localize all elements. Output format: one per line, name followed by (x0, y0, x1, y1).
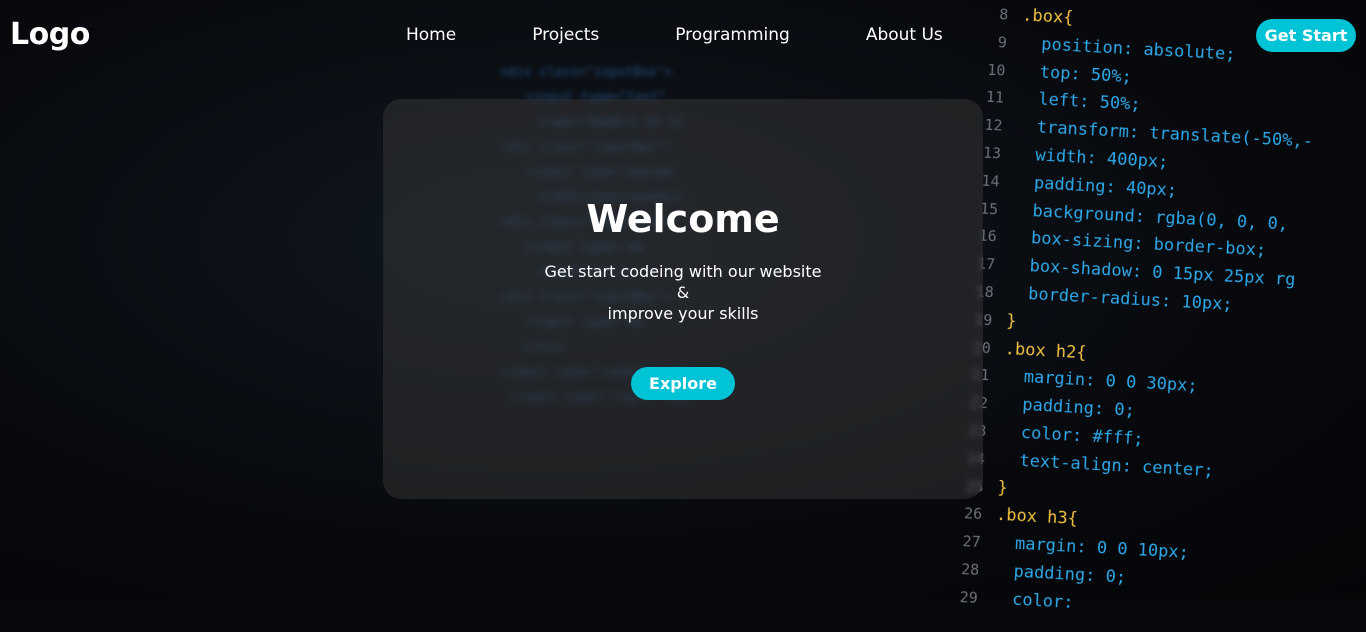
code-text: .box h2{ (1004, 339, 1087, 363)
logo[interactable]: Logo (10, 17, 90, 52)
code-text: padding: 0; (993, 561, 1127, 588)
hero-line-2: & (677, 283, 689, 302)
code-text: color: (991, 588, 1084, 613)
line-number: 26 (947, 500, 982, 530)
nav-projects[interactable]: Projects (532, 25, 599, 45)
code-text: .box h3{ (996, 505, 1079, 529)
line-number: 28 (944, 555, 979, 585)
nav-programming[interactable]: Programming (675, 25, 790, 45)
code-text: left: 50%; (1017, 89, 1141, 115)
code-text: } (997, 477, 1008, 498)
nav-home[interactable]: Home (406, 25, 456, 45)
code-text: } (1006, 311, 1017, 332)
hero-text: Get start codeing with our website & imp… (383, 261, 983, 324)
hero-line-3: improve your skills (608, 304, 759, 323)
nav-about-us[interactable]: About Us (866, 25, 943, 45)
line-number: 27 (946, 527, 981, 557)
get-start-button[interactable]: Get Start (1256, 19, 1356, 52)
nav-links: Home Projects Programming About Us (406, 25, 1019, 45)
code-text: color: #fff; (1000, 422, 1144, 449)
welcome-card: Welcome Get start codeing with our websi… (383, 99, 983, 499)
code-text: width: 400px; (1014, 144, 1168, 172)
hero-line-1: Get start codeing with our website (545, 262, 822, 281)
code-text: padding: 0; (1001, 394, 1135, 421)
line-number: 29 (943, 583, 978, 613)
code-editor-image: 8.box{9 position: absolute;10 top: 50%;1… (944, 0, 1366, 619)
code-text: padding: 40px; (1013, 172, 1178, 201)
explore-button[interactable]: Explore (631, 367, 735, 400)
navbar: Logo Home Projects Programming About Us … (0, 0, 1366, 72)
hero-title: Welcome (383, 197, 983, 241)
